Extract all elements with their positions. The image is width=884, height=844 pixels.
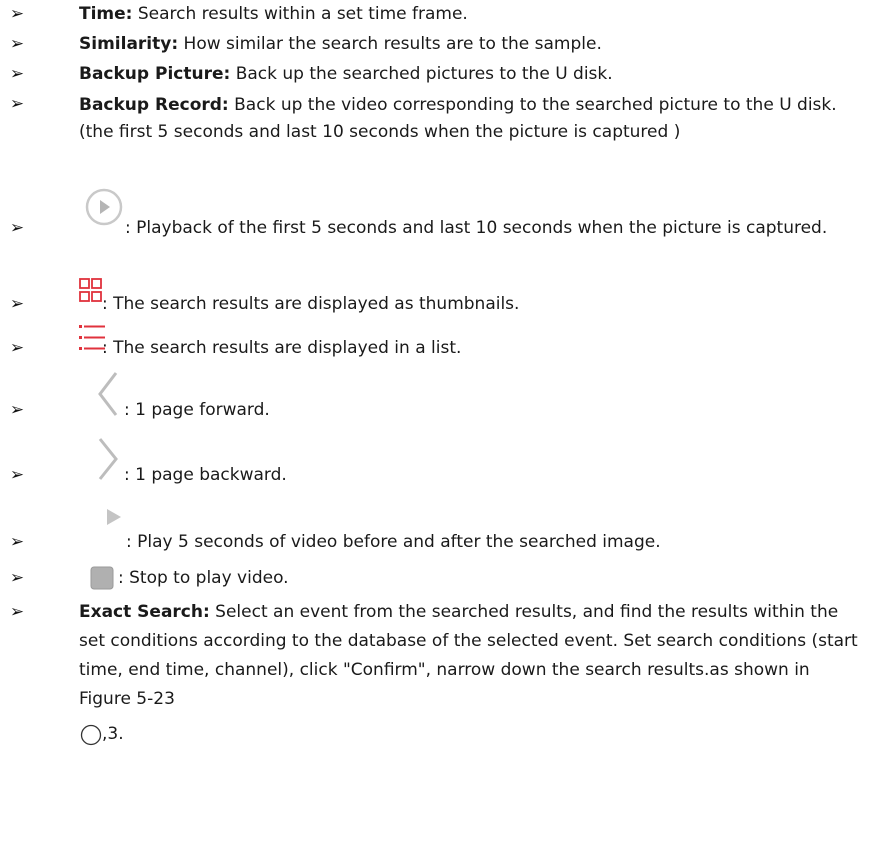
- play-circle-icon: [85, 188, 123, 226]
- item-label: Exact Search:: [79, 602, 210, 622]
- bullet-icon: ➢: [9, 34, 25, 54]
- item-label: Time:: [79, 4, 133, 24]
- item-text: : The search results are displayed in a …: [102, 336, 864, 360]
- play-icon: [107, 509, 121, 525]
- item-text: : 1 page forward.: [124, 398, 864, 422]
- item-label: Backup Picture:: [79, 64, 231, 84]
- item-description: : Stop to play video.: [118, 568, 289, 588]
- bullet-icon: ➢: [9, 4, 25, 24]
- item-text: Backup Picture: Back up the searched pic…: [79, 62, 864, 86]
- chevron-left-icon: [98, 372, 118, 416]
- bullet-icon: ➢: [9, 294, 25, 314]
- bullet-icon: ➢: [9, 400, 25, 420]
- item-text: Similarity: How similar the search resul…: [79, 32, 864, 56]
- list-item: ➢ : Playback of the first 5 seconds and …: [0, 188, 884, 272]
- item-description: : Playback of the first 5 seconds and la…: [125, 218, 828, 238]
- grid-view-icon: [79, 278, 102, 302]
- item-text: : Playback of the first 5 seconds and la…: [125, 216, 864, 240]
- item-label: Similarity:: [79, 34, 179, 54]
- item-description: How similar the search results are to th…: [178, 34, 602, 54]
- bullet-icon: ➢: [9, 94, 25, 114]
- bullet-icon: ➢: [9, 602, 25, 622]
- item-text: Time: Search results within a set time f…: [79, 2, 864, 26]
- item-description: Search results within a set time frame.: [132, 4, 468, 24]
- bullet-icon: ➢: [9, 465, 25, 485]
- item-description: : Play 5 seconds of video before and aft…: [126, 532, 661, 552]
- item-text: Exact Search: Select an event from the s…: [79, 598, 864, 714]
- item-text: Backup Record: Back up the video corresp…: [79, 92, 864, 146]
- bullet-icon: ➢: [9, 218, 25, 238]
- bullet-icon: ➢: [9, 568, 25, 588]
- item-description: : 1 page backward.: [124, 465, 287, 485]
- circle-icon: [80, 724, 102, 746]
- item-description: : 1 page forward.: [124, 400, 270, 420]
- item-text: : 1 page backward.: [124, 463, 864, 487]
- stop-icon: [90, 566, 114, 590]
- item-text: : Stop to play video.: [118, 566, 864, 590]
- item-text: : The search results are displayed as th…: [102, 292, 864, 316]
- item-description: : The search results are displayed as th…: [102, 294, 520, 314]
- item-text: : Play 5 seconds of video before and aft…: [126, 530, 864, 554]
- bullet-icon: ➢: [9, 338, 25, 358]
- item-label: Backup Record:: [79, 95, 229, 115]
- item-description: : The search results are displayed in a …: [102, 338, 462, 358]
- chevron-right-icon: [98, 438, 118, 480]
- bullet-icon: ➢: [9, 532, 25, 552]
- item-description: Back up the searched pictures to the U d…: [230, 64, 613, 84]
- bullet-icon: ➢: [9, 64, 25, 84]
- trailing-text: ,3.: [102, 724, 124, 744]
